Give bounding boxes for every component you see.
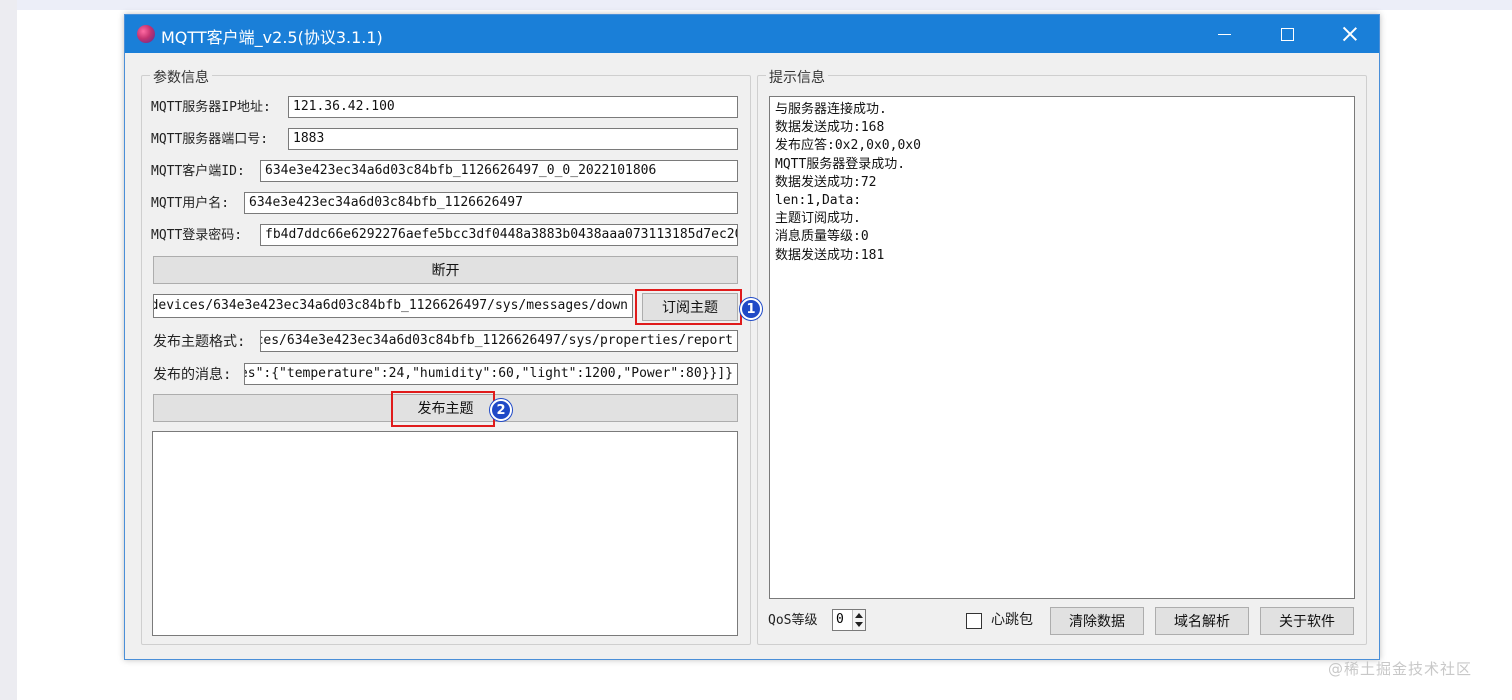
minimize-button[interactable] bbox=[1195, 15, 1253, 53]
log-line: len:1,Data: bbox=[775, 193, 862, 209]
arrow-down-icon[interactable] bbox=[855, 622, 863, 627]
clear-data-button[interactable]: 清除数据 bbox=[1050, 607, 1144, 635]
client-id-input[interactable]: 634e3e423ec34a6d03c84bfb_1126626497_0_0_… bbox=[260, 160, 738, 182]
window-title: MQTT客户端_v2.5(协议3.1.1) bbox=[161, 28, 383, 47]
password-input[interactable]: fb4d7ddc66e6292276aefe5bcc3df0448a3883b0… bbox=[260, 224, 738, 246]
log-line: 发布应答:0x2,0x0,0x0 bbox=[775, 138, 921, 154]
publish-format-text: $oc/devices/634e3e423ec34a6d03c84bfb_112… bbox=[260, 333, 733, 348]
info-group-title: 提示信息 bbox=[766, 67, 828, 87]
disconnect-button[interactable]: 断开 bbox=[153, 256, 738, 284]
qos-label: QoS等级 bbox=[768, 613, 818, 628]
publish-message-label: 发布的消息: bbox=[153, 367, 232, 383]
heartbeat-checkbox[interactable] bbox=[966, 613, 982, 629]
password-label: MQTT登录密码: bbox=[151, 228, 243, 243]
params-group-title: 参数信息 bbox=[150, 67, 212, 87]
log-line: MQTT服务器登录成功. bbox=[775, 156, 906, 172]
info-group: 提示信息 与服务器连接成功. 数据发送成功:168 发布应答:0x2,0x0,0x0… bbox=[757, 67, 1367, 645]
log-area[interactable]: 与服务器连接成功. 数据发送成功:168 发布应答:0x2,0x0,0x0 MQTT服… bbox=[769, 96, 1355, 599]
mqtt-client-window: MQTT客户端_v2.5(协议3.1.1) 参数信息 MQTT服务器IP地址: … bbox=[124, 14, 1380, 660]
username-input[interactable]: 634e3e423ec34a6d03c84bfb_1126626497 bbox=[244, 192, 738, 214]
server-ip-label: MQTT服务器IP地址: bbox=[151, 100, 271, 115]
arrow-up-icon[interactable] bbox=[855, 613, 863, 618]
log-line: 与服务器连接成功. bbox=[775, 102, 887, 117]
log-line: 消息质量等级:0 bbox=[775, 229, 869, 245]
client-id-label: MQTT客户端ID: bbox=[151, 164, 245, 179]
qos-spinbox[interactable]: 0 bbox=[832, 609, 866, 631]
server-port-input[interactable]: 1883 bbox=[288, 128, 738, 150]
publish-format-input[interactable]: $oc/devices/634e3e423ec34a6d03c84bfb_112… bbox=[260, 330, 738, 352]
about-software-button[interactable]: 关于软件 bbox=[1260, 607, 1354, 635]
log-line: 数据发送成功:72 bbox=[775, 174, 877, 190]
log-line: 数据发送成功:168 bbox=[775, 120, 885, 136]
minimize-icon bbox=[1217, 33, 1231, 35]
watermark: @稀土掘金技术社区 bbox=[1328, 660, 1473, 678]
log-line: 数据发送成功:181 bbox=[775, 247, 885, 263]
subscribe-topic-input[interactable]: $oc/devices/634e3e423ec34a6d03c84bfb_112… bbox=[153, 294, 633, 318]
qos-stepper[interactable] bbox=[852, 610, 865, 630]
title-bar[interactable]: MQTT客户端_v2.5(协议3.1.1) bbox=[125, 15, 1379, 53]
page-left-margin bbox=[0, 0, 17, 700]
qos-value: 0 bbox=[836, 612, 844, 627]
params-group: 参数信息 MQTT服务器IP地址: 121.36.42.100 MQTT服务器端… bbox=[141, 67, 751, 645]
server-port-label: MQTT服务器端口号: bbox=[151, 132, 269, 147]
username-label: MQTT用户名: bbox=[151, 196, 230, 211]
page-top-margin bbox=[17, 0, 1512, 10]
dns-resolve-button[interactable]: 域名解析 bbox=[1155, 607, 1249, 635]
publish-format-label: 发布主题格式: bbox=[153, 334, 246, 350]
log-list: 与服务器连接成功. 数据发送成功:168 发布应答:0x2,0x0,0x0 MQTT服… bbox=[775, 101, 1349, 265]
publish-message-text: {"services":[{"service_id":"stm32","prop… bbox=[245, 366, 733, 381]
server-ip-input[interactable]: 121.36.42.100 bbox=[288, 96, 738, 118]
close-button[interactable] bbox=[1321, 15, 1379, 53]
subscribe-highlight-box bbox=[635, 289, 742, 325]
heartbeat-label: 心跳包 bbox=[991, 612, 1033, 628]
maximize-icon bbox=[1280, 27, 1294, 41]
subscribe-topic-text: $oc/devices/634e3e423ec34a6d03c84bfb_112… bbox=[153, 298, 628, 313]
receive-data-area[interactable] bbox=[152, 431, 738, 636]
close-icon bbox=[1343, 27, 1357, 41]
log-line: 主题订阅成功. bbox=[775, 211, 861, 227]
maximize-button[interactable] bbox=[1258, 15, 1316, 53]
step-badge-2: 2 bbox=[490, 399, 512, 421]
app-logo-icon bbox=[137, 25, 155, 43]
publish-message-input[interactable]: {"services":[{"service_id":"stm32","prop… bbox=[244, 363, 738, 385]
publish-highlight-box bbox=[391, 391, 495, 427]
step-badge-1: 1 bbox=[740, 298, 762, 320]
